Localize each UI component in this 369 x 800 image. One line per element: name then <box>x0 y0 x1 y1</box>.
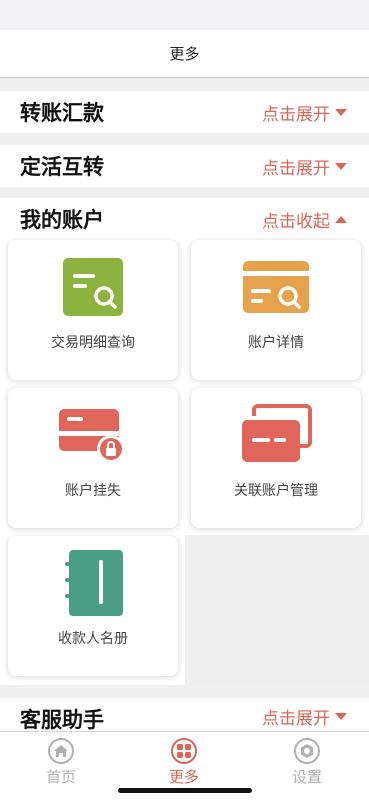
tab-more[interactable]: 更多 <box>154 738 214 787</box>
card-payee-list[interactable]: 收款人名册 <box>8 536 178 676</box>
card-label: 账户详情 <box>248 335 304 351</box>
chevron-down-icon <box>335 713 347 720</box>
section-label: 我的账户 <box>20 208 104 232</box>
tab-label: 设置 <box>291 768 322 786</box>
home-indicator <box>118 788 252 793</box>
chevron-down-icon <box>335 162 347 170</box>
chevron-down-icon <box>335 108 347 116</box>
expand-toggle[interactable]: 点击展开 <box>262 704 347 729</box>
empty-grid-cell <box>185 535 369 685</box>
card-lock-icon <box>53 400 133 470</box>
expand-toggle[interactable]: 点击展开 <box>262 154 347 179</box>
tab-label: 更多 <box>168 768 199 786</box>
grid-icon <box>171 738 197 764</box>
tab-label: 首页 <box>45 768 76 786</box>
section-customer-service[interactable]: 客服助手 点击展开 <box>0 698 369 734</box>
section-my-account[interactable]: 我的账户 点击收起 <box>0 198 369 240</box>
collapse-toggle[interactable]: 点击收起 <box>262 207 347 232</box>
expand-toggle[interactable]: 点击展开 <box>262 100 347 125</box>
toggle-label: 点击展开 <box>262 158 330 179</box>
section-label: 转账汇款 <box>20 101 104 125</box>
section-transfer[interactable]: 转账汇款 点击展开 <box>0 91 369 133</box>
status-bar <box>0 0 369 30</box>
section-label: 客服助手 <box>20 708 104 732</box>
tab-settings[interactable]: 设置 <box>277 738 337 787</box>
page-title: 更多 <box>169 45 200 63</box>
nav-bar: 更多 <box>0 30 369 78</box>
card-label: 关联账户管理 <box>234 483 318 499</box>
card-transaction-query[interactable]: 交易明细查询 <box>8 240 178 380</box>
chevron-up-icon <box>335 215 347 223</box>
card-linked-account[interactable]: 关联账户管理 <box>191 388 361 528</box>
tab-home[interactable]: 首页 <box>31 738 91 787</box>
toggle-label: 点击展开 <box>262 104 330 125</box>
card-report-loss[interactable]: 账户挂失 <box>8 388 178 528</box>
linked-cards-icon <box>236 400 316 470</box>
home-icon <box>48 738 74 764</box>
toggle-label: 点击收起 <box>262 211 330 232</box>
settings-icon <box>294 738 320 764</box>
account-detail-icon <box>236 252 316 322</box>
card-account-detail[interactable]: 账户详情 <box>191 240 361 380</box>
card-label: 收款人名册 <box>58 631 128 647</box>
notebook-icon <box>53 548 133 618</box>
card-label: 账户挂失 <box>65 483 121 499</box>
section-label: 定活互转 <box>20 155 104 179</box>
card-label: 交易明细查询 <box>51 335 135 351</box>
transaction-search-icon <box>53 252 133 322</box>
toggle-label: 点击展开 <box>262 709 330 729</box>
section-deposit-convert[interactable]: 定活互转 点击展开 <box>0 145 369 187</box>
